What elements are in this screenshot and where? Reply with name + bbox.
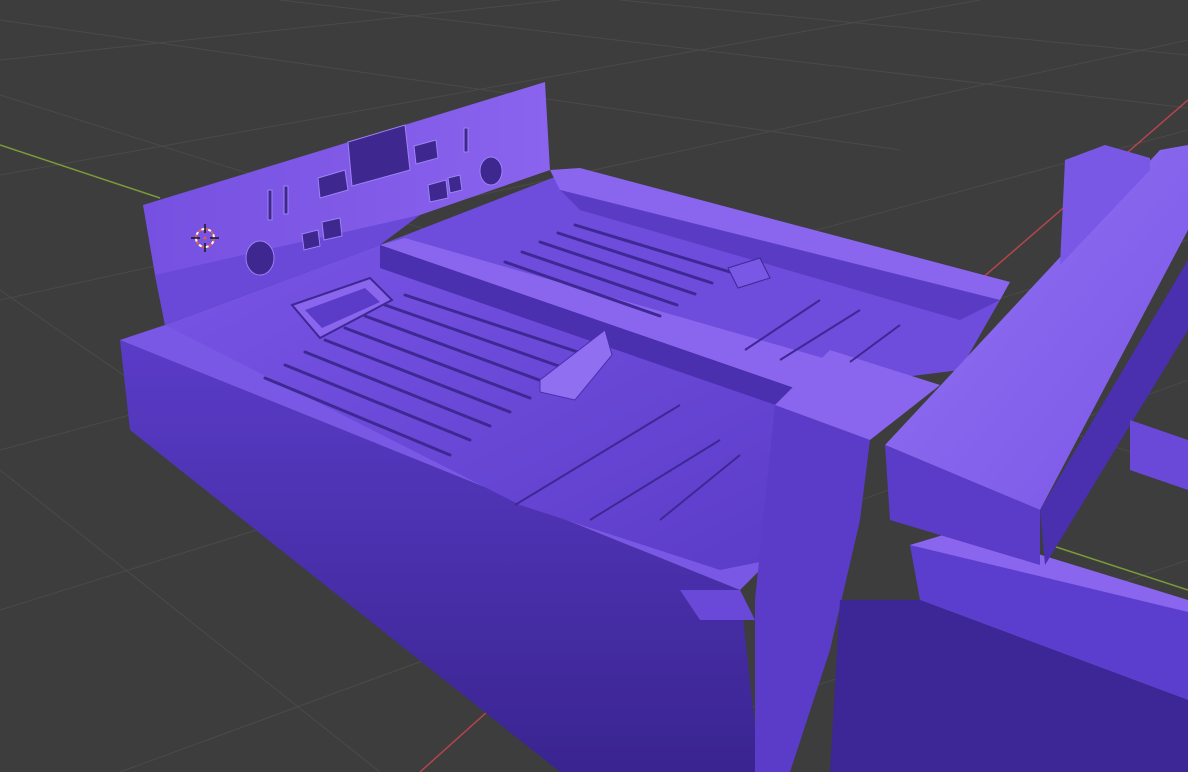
3d-viewport[interactable] [0, 0, 1188, 772]
right-side-rail [1130, 420, 1188, 490]
y-axis-line [0, 144, 161, 199]
mesh-object[interactable] [120, 82, 1188, 772]
viewport-canvas[interactable] [0, 0, 1188, 772]
